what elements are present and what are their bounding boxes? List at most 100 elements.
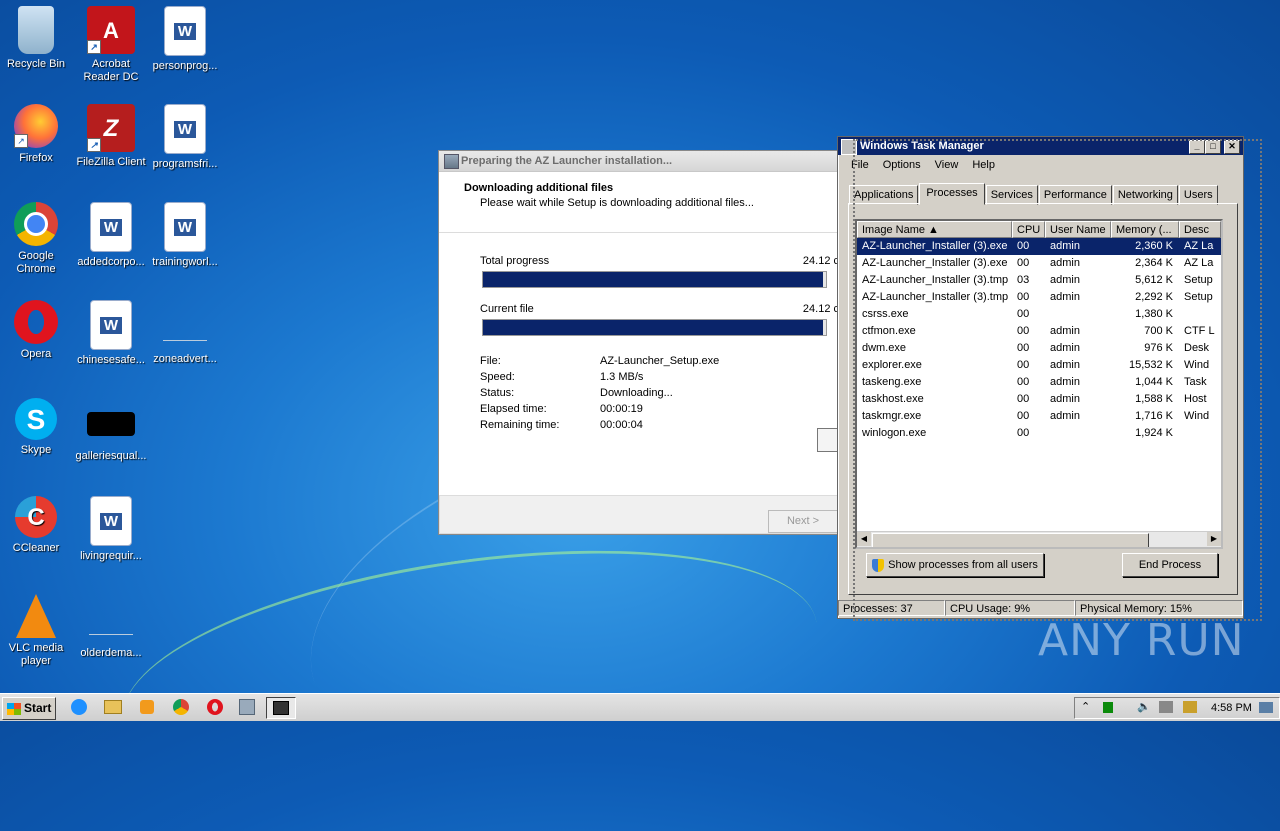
start-button[interactable]: Start [2,697,56,720]
table-cell: Setup [1184,274,1213,286]
scroll-thumb[interactable] [872,533,1149,547]
desktop-icon-personprog[interactable]: Wpersonprog... [149,6,221,73]
show-all-processes-button[interactable]: Show processes from all users [866,553,1044,577]
desktop-icon-zoneadvert[interactable]: zoneadvert... [149,300,221,366]
desktop-icon-firefox[interactable]: ↗ Firefox [0,104,72,165]
desktop-icon-label: personprog... [152,60,218,72]
table-cell: 2,364 K [1135,257,1173,269]
desktop-icon-addedcorpo[interactable]: Waddedcorpo... [75,202,147,269]
installer-taskbar-icon[interactable] [236,697,258,717]
desktop-icon-ccleaner[interactable]: C CCleaner [0,496,72,555]
installer-body: Total progress 24.12 c Current file 24.1… [439,233,839,495]
task-manager-title: Windows Task Manager [860,140,984,152]
column-image-name[interactable]: Image Name ▲ [857,221,1012,238]
desktop-icon-filezilla[interactable]: Z ↗ FileZilla Client [75,104,147,169]
column-memory[interactable]: Memory (... [1111,221,1179,238]
table-row[interactable]: taskeng.exe 00 admin 1,044 K Task [857,374,1221,391]
info-value: Downloading... [600,387,673,399]
tab-performance[interactable]: Performance [1038,185,1112,205]
table-row[interactable]: AZ-Launcher_Installer (3).tmp 03 admin 5,61… [857,272,1221,289]
tray-flag-icon[interactable] [1183,701,1197,713]
maximize-button[interactable]: □ [1205,140,1221,154]
table-row[interactable]: taskhost.exe 00 admin 1,588 K Host [857,391,1221,408]
table-cell: 00 [1017,342,1030,354]
table-row[interactable]: ctfmon.exe 00 admin 700 K CTF L [857,323,1221,340]
current-file-progress-fill [483,320,823,335]
tab-networking[interactable]: Networking [1112,185,1178,205]
scroll-right-icon[interactable]: ▶ [1207,532,1221,546]
menu-options[interactable]: Options [876,155,928,175]
acrobat-icon: A ↗ [87,6,135,54]
column-description[interactable]: Desc [1179,221,1221,238]
table-row[interactable]: explorer.exe 00 admin 15,532 K Wind [857,357,1221,374]
media-player-icon[interactable] [136,697,158,717]
table-row[interactable]: dwm.exe 00 admin 976 K Desk [857,340,1221,357]
column-cpu[interactable]: CPU [1012,221,1045,238]
process-rows: AZ-Launcher_Installer (3).exe 00 admin 2,36… [857,238,1221,442]
task-manager-title-bar[interactable]: Windows Task Manager _ □ ✕ [838,137,1243,155]
table-row[interactable]: winlogon.exe 00 1,924 K [857,425,1221,442]
desktop-icon-label: zoneadvert... [153,353,217,365]
tray-expand-icon[interactable]: ⌃ [1081,700,1090,713]
close-button[interactable]: ✕ [1224,140,1240,154]
opera-icon [14,300,58,344]
horizontal-scrollbar[interactable]: ◀ ▶ [857,531,1221,547]
opera-taskbar-icon[interactable] [204,697,226,717]
desktop-icon-chrome[interactable]: Google Chrome [0,202,72,276]
desktop-icon-galleriesqual[interactable]: galleriesqual... [75,398,147,463]
ie-icon[interactable] [68,697,90,717]
network-icon[interactable] [1159,701,1173,713]
menu-view[interactable]: View [928,155,966,175]
process-list[interactable]: Image Name ▲ CPU User Name Memory (... D… [855,219,1223,549]
table-cell: AZ La [1184,257,1214,269]
current-file-label: Current file [480,303,534,315]
table-cell: winlogon.exe [862,427,927,439]
desktop-icon-label: Google Chrome [16,250,56,275]
tab-services[interactable]: Services [985,185,1038,205]
installer-header: Downloading additional files Please wait… [439,172,839,233]
scroll-left-icon[interactable]: ◀ [857,532,871,546]
show-desktop-icon[interactable] [1259,702,1273,713]
table-row[interactable]: AZ-Launcher_Installer (3).tmp 00 admin 2,29… [857,289,1221,306]
menu-help[interactable]: Help [965,155,1002,175]
table-cell: admin [1050,240,1080,252]
taskmgr-taskbar-icon[interactable] [266,697,296,719]
desktop-icon-acrobat[interactable]: A ↗ Acrobat Reader DC [75,6,147,84]
next-button[interactable]: Next > [768,510,838,533]
desktop-icon-vlc[interactable]: VLC media player [0,594,72,668]
table-row[interactable]: AZ-Launcher_Installer (3).exe 00 admin 2,36… [857,238,1221,255]
table-row[interactable]: taskmgr.exe 00 admin 1,716 K Wind [857,408,1221,425]
chrome-taskbar-icon[interactable] [170,697,192,717]
explorer-icon[interactable] [102,697,124,717]
word-doc-icon: W [164,6,206,56]
table-row[interactable]: csrss.exe 00 1,380 K [857,306,1221,323]
blank-file-icon [89,610,133,635]
desktop-icon-trainingworl[interactable]: Wtrainingworl... [149,202,221,269]
column-user-name[interactable]: User Name [1045,221,1111,238]
desktop-icon-chinesesafe[interactable]: Wchinesesafe... [75,300,147,367]
table-row[interactable]: AZ-Launcher_Installer (3).exe 00 admin 2,36… [857,255,1221,272]
table-cell: 1,716 K [1135,410,1173,422]
clock[interactable]: 4:58 PM [1211,698,1252,718]
table-cell: 15,532 K [1128,359,1173,371]
desktop-icon-skype[interactable]: S Skype [0,398,72,457]
tray-monitor-icon[interactable] [1103,702,1113,713]
taskbar: Start ⌃ 🔈 4:58 PM [0,693,1280,721]
speaker-icon[interactable]: 🔈 [1137,700,1151,713]
desktop-icon-opera[interactable]: Opera [0,300,72,361]
desktop-icon-livingrequir[interactable]: Wlivingrequir... [75,496,147,563]
minimize-button[interactable]: _ [1189,140,1205,154]
menu-file[interactable]: File [844,155,876,175]
installer-heading: Downloading additional files [464,182,614,194]
total-progress-row: Total progress 24.12 c [480,255,839,267]
process-list-header: Image Name ▲ CPU User Name Memory (... D… [857,221,1221,238]
desktop-icon-olderdema[interactable]: olderdema... [75,594,147,660]
tab-processes[interactable]: Processes [919,183,985,205]
tab-applications[interactable]: Applications [849,185,919,205]
table-cell: AZ-Launcher_Installer (3).exe [862,257,1008,269]
installer-title-bar[interactable]: Preparing the AZ Launcher installation..… [439,151,839,172]
tab-users[interactable]: Users [1178,185,1218,205]
desktop-icon-recycle-bin[interactable]: Recycle Bin [0,6,72,71]
desktop-icon-programsfri[interactable]: Wprogramsfri... [149,104,221,171]
end-process-button[interactable]: End Process [1122,553,1218,577]
